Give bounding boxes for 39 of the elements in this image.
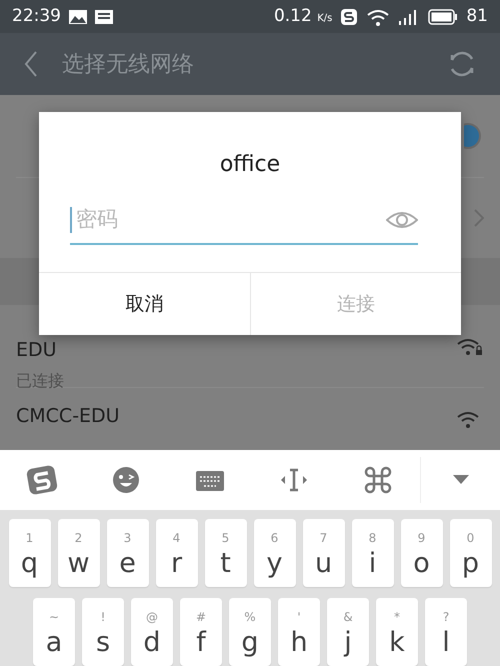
keyboard-key[interactable]: ~ a xyxy=(33,598,75,666)
cancel-button[interactable]: 取消 xyxy=(39,273,250,335)
keyboard-key[interactable]: 6 y xyxy=(254,519,296,587)
keyboard-key[interactable]: ! s xyxy=(82,598,124,666)
password-field[interactable]: 密码 xyxy=(76,204,276,236)
network-speed: 0.12 K/s xyxy=(274,4,332,28)
network-name[interactable]: CMCC-EDU xyxy=(16,402,120,430)
image-icon xyxy=(69,10,87,24)
toggle-switch[interactable] xyxy=(464,121,484,151)
text-cursor xyxy=(70,207,72,233)
refresh-icon[interactable] xyxy=(448,50,476,78)
keyboard-key[interactable]: 5 t xyxy=(204,519,246,587)
dropdown-icon[interactable] xyxy=(452,475,468,485)
network-name[interactable]: EDU xyxy=(16,336,64,364)
keyboard-key[interactable]: 4 r xyxy=(156,519,198,587)
keyboard-key[interactable]: * k xyxy=(376,598,418,666)
keyboard-key[interactable]: & j xyxy=(327,598,369,666)
keyboard-key[interactable]: ' h xyxy=(278,598,320,666)
screen-title: 选择无线网络 xyxy=(62,50,194,78)
keyboard-key[interactable]: 9 o xyxy=(400,519,442,587)
keyboard-key[interactable]: 3 e xyxy=(106,519,148,587)
keyboard-key[interactable]: @ d xyxy=(131,598,173,666)
s-logo-icon xyxy=(340,8,358,26)
keyboard-key[interactable]: 8 i xyxy=(352,519,394,587)
keyboard-key[interactable]: # f xyxy=(180,598,222,666)
back-icon[interactable] xyxy=(24,51,38,77)
keyboard-key[interactable]: 0 p xyxy=(450,519,492,587)
keyboard-key[interactable]: ? l xyxy=(425,598,467,666)
clock-time: 22:39 xyxy=(12,4,61,28)
battery-level: 81 xyxy=(466,4,488,28)
keyboard-key[interactable]: 7 u xyxy=(302,519,344,587)
eye-icon[interactable] xyxy=(386,210,418,230)
keyboard-key[interactable]: 2 w xyxy=(58,519,100,587)
keyboard-key[interactable]: % g xyxy=(229,598,271,666)
keyboard-icon xyxy=(95,10,113,24)
keyboard-key[interactable]: 1 q xyxy=(8,519,50,587)
dialog-title: office xyxy=(218,151,282,179)
battery-icon xyxy=(428,8,458,24)
network-status: 已连接 xyxy=(16,370,64,392)
